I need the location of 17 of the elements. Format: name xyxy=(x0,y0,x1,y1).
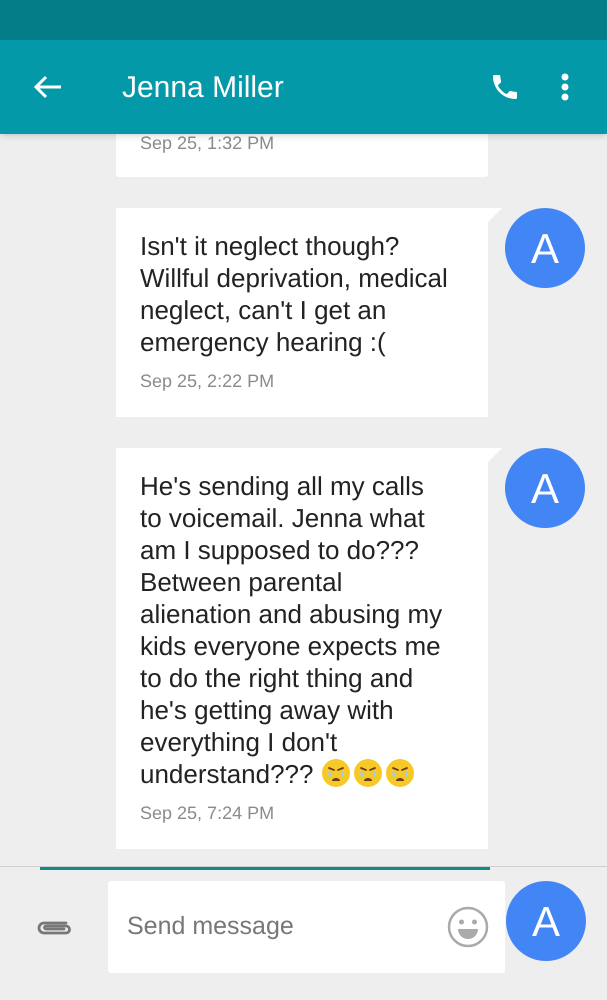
emoji-icon[interactable] xyxy=(447,906,489,948)
message-field[interactable]: Send message xyxy=(108,881,505,973)
crying-face-icon xyxy=(352,758,383,788)
message-text: Isn't it neglect though? Willful deprivation, medical neglect, can't I get an emergency hearing :( xyxy=(140,230,448,358)
more-icon xyxy=(561,73,569,101)
crying-face-icon xyxy=(320,758,351,788)
avatar[interactable]: A xyxy=(506,881,586,961)
message-text: He's sending all my calls to voicemail. Jenna what am I supposed to do??? Between parental alienation and abusing my kids everyone expects me to do the right thing and he's getting away with everything I don't understand??? xyxy=(140,470,444,790)
contact-name: Jenna Miller xyxy=(122,70,285,106)
timestamp: Sep 25, 2:22 PM xyxy=(140,370,276,393)
timestamp: Sep 25, 1:32 PM xyxy=(140,134,276,155)
timestamp: Sep 25, 7:24 PM xyxy=(140,802,276,825)
avatar[interactable]: A xyxy=(505,208,585,288)
avatar[interactable]: A xyxy=(505,448,585,528)
crying-face-icon xyxy=(384,758,415,788)
back-arrow-icon xyxy=(33,74,63,100)
message-input[interactable]: Send message xyxy=(127,908,447,946)
